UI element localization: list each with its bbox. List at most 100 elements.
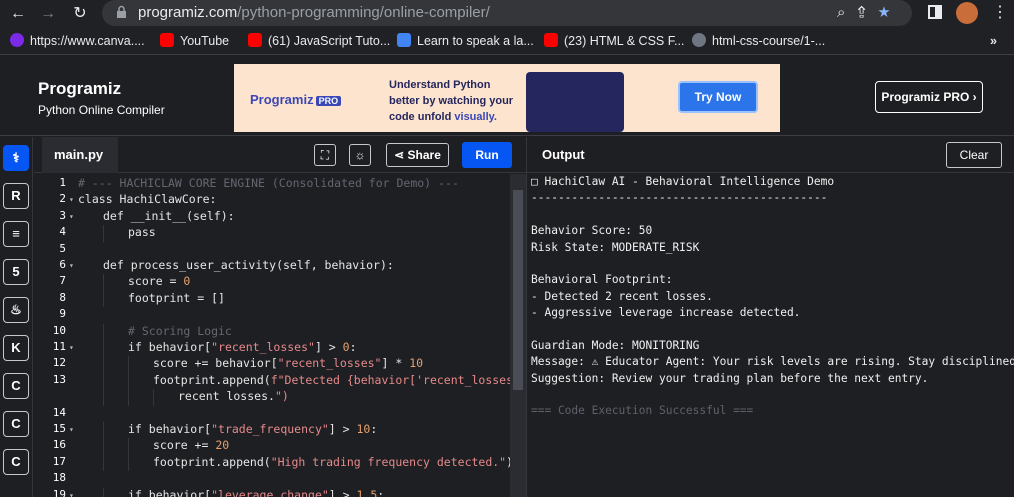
line-number: 9 <box>59 307 66 321</box>
indent-guide <box>103 323 104 340</box>
ad-code-preview-image <box>526 72 624 132</box>
editor-toolbar: main.py ⛶ ☼ ⋖ Share Run <box>34 137 526 173</box>
indent-guide <box>103 290 104 308</box>
github-icon <box>692 33 706 47</box>
line-number: 4 <box>59 225 66 239</box>
output-line: Guardian Mode: MONITORING <box>531 338 700 352</box>
run-button[interactable]: Run <box>462 142 512 168</box>
site-header: Programiz Python Online Compiler Program… <box>0 55 1014 136</box>
output-line: ----------------------------------------… <box>531 191 828 205</box>
ad-banner[interactable]: Programiz PRO Understand Python better by… <box>234 64 780 132</box>
bookmark-learn-language[interactable]: Learn to speak a la... <box>397 32 534 50</box>
line-number: 13 <box>52 372 66 386</box>
indent-guide <box>103 225 104 242</box>
line-number: 16 <box>52 438 66 452</box>
fold-arrow-icon[interactable]: ▾ <box>69 491 74 497</box>
try-now-button[interactable]: Try Now <box>678 81 758 113</box>
profile-avatar[interactable] <box>956 2 978 24</box>
code-editor[interactable]: 1 # --- HACHICLAW CORE ENGINE (Consolidat… <box>34 174 510 497</box>
indent-guide <box>128 438 129 455</box>
reload-icon[interactable]: ↻ <box>68 2 92 26</box>
programiz-logo[interactable]: Programiz <box>38 79 121 99</box>
code-line: recent losses.") <box>178 389 289 404</box>
code-line: if behavior["trade_frequency"] > 10: <box>128 422 378 436</box>
indent-guide <box>153 389 154 406</box>
line-number: 15 <box>52 422 66 435</box>
theme-toggle-icon[interactable]: ☼ <box>349 144 371 166</box>
fold-arrow-icon[interactable]: ▾ <box>69 343 74 352</box>
back-arrow-icon[interactable]: ← <box>6 2 30 26</box>
editor-scrollbar[interactable] <box>510 174 526 497</box>
bookmark-youtube[interactable]: YouTube <box>160 32 229 50</box>
output-line: □ HachiClaw AI - Behavioral Intelligence… <box>531 175 835 188</box>
forward-arrow-icon[interactable]: → <box>36 2 60 26</box>
indent-guide <box>103 487 104 497</box>
sidebar-toggle-icon[interactable] <box>928 5 942 19</box>
bookmark-html-css[interactable]: (23) HTML & CSS F... <box>544 32 684 50</box>
sql-database-icon[interactable]: ≡ <box>3 221 29 247</box>
browser-extensions: ⋮ <box>922 2 1012 26</box>
pane-splitter[interactable] <box>526 137 527 497</box>
output-line: Behavior Score: 50 <box>531 224 653 238</box>
line-number: 10 <box>52 323 66 337</box>
output-line: Behavioral Footprint: <box>531 273 673 287</box>
fold-arrow-icon[interactable]: ▾ <box>69 425 74 434</box>
code-line: if behavior["recent_losses"] > 0: <box>128 340 357 354</box>
line-number: 17 <box>52 454 66 468</box>
bookmark-star-icon[interactable]: ★ <box>878 4 902 21</box>
bookmark-javascript[interactable]: (61) JavaScript Tuto... <box>248 32 390 50</box>
html5-icon[interactable]: 5 <box>3 259 29 285</box>
java-icon[interactable]: ♨ <box>3 297 29 323</box>
bookmark-canva[interactable]: https://www.canva.... <box>10 32 145 50</box>
indent-guide <box>103 454 104 472</box>
clear-button[interactable]: Clear <box>946 142 1002 168</box>
fold-arrow-icon[interactable]: ▾ <box>69 195 74 204</box>
programiz-pro-button[interactable]: Programiz PRO › <box>875 81 983 113</box>
fullscreen-icon[interactable]: ⛶ <box>314 144 336 166</box>
fold-arrow-icon[interactable]: ▾ <box>69 212 74 221</box>
line-number: 6 <box>59 258 66 271</box>
line-number: 7 <box>59 274 66 288</box>
line-number: 1 <box>59 176 66 189</box>
line-number: 2 <box>59 192 66 206</box>
line-number: 19 <box>52 487 66 497</box>
page-subtitle: Python Online Compiler <box>38 103 165 117</box>
r-language-icon[interactable]: R <box>3 183 29 209</box>
address-bar[interactable]: programiz.com/python-programming/online-… <box>102 0 912 26</box>
share-page-icon[interactable]: ⇪ <box>857 4 877 21</box>
zoom-icon[interactable]: ⌕ <box>837 4 857 21</box>
c-language-icon[interactable]: C <box>3 373 29 399</box>
output-line: - Aggressive leverage increase detected. <box>531 306 801 320</box>
bookmark-page-icon <box>397 33 411 47</box>
ad-logo: Programiz PRO <box>250 92 342 107</box>
csharp-icon[interactable]: C <box>3 449 29 475</box>
output-line: === Code Execution Successful === <box>531 404 754 418</box>
menu-dots-icon[interactable]: ⋮ <box>992 2 1008 22</box>
fold-arrow-icon[interactable]: ▾ <box>69 261 74 270</box>
cpp-icon[interactable]: C <box>3 411 29 437</box>
python-icon[interactable]: ⚕ <box>3 145 29 171</box>
indent-guide <box>103 389 104 406</box>
more-bookmarks-icon[interactable]: » <box>990 32 997 50</box>
indent-guide <box>128 356 129 373</box>
output-line: Message: ⚠ Educator Agent: Your risk lev… <box>531 355 1014 369</box>
output-title: Output <box>542 147 585 162</box>
lock-icon <box>117 5 126 18</box>
browser-toolbar: ← → ↻ programiz.com/python-programming/o… <box>0 0 1014 28</box>
ad-text: Understand Python better by watching you… <box>389 79 514 123</box>
output-console: □ HachiClaw AI - Behavioral Intelligence… <box>531 174 1014 497</box>
scrollbar-thumb[interactable] <box>513 190 523 390</box>
code-line: score += behavior["recent_losses"] * 10 <box>153 356 424 371</box>
bookmark-github[interactable]: html-css-course/1-... <box>692 32 825 50</box>
share-button[interactable]: ⋖ Share <box>386 143 449 167</box>
kotlin-icon[interactable]: K <box>3 335 29 361</box>
indent-guide <box>103 356 104 373</box>
code-line: footprint = [] <box>128 290 225 305</box>
canva-icon <box>10 33 24 47</box>
code-line: if behavior["leverage_change"] > 1.5: <box>128 487 385 497</box>
tab-main-py[interactable]: main.py <box>42 137 118 173</box>
share-icon: ⋖ <box>394 148 408 162</box>
output-toolbar: Output Clear <box>527 137 1014 173</box>
